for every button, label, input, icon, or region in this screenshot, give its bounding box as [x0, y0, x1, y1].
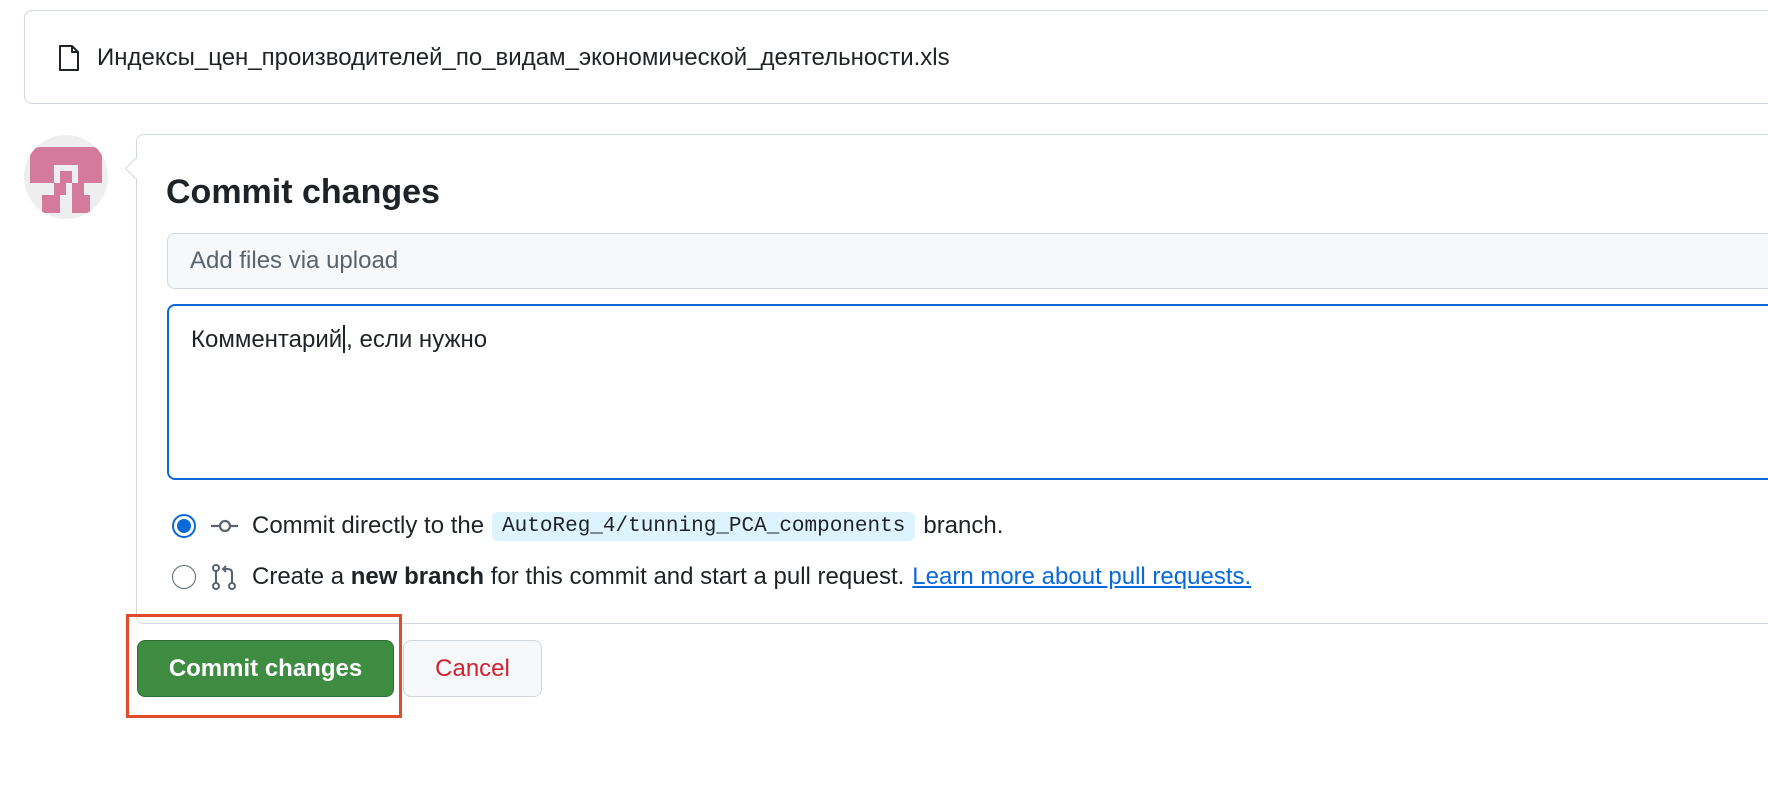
description-text-after-cursor: , если нужно	[346, 326, 488, 353]
description-text-before-cursor: Комментарий	[191, 326, 343, 353]
uploaded-file-row: Индексы_цен_производителей_по_видам_экон…	[24, 10, 1768, 104]
commit-summary-input[interactable]	[167, 233, 1768, 289]
commit-description-textarea[interactable]: Комментарий, если нужно	[167, 304, 1768, 480]
branch-name-badge: AutoReg_4/tunning_PCA_components	[492, 511, 916, 541]
git-commit-icon	[211, 519, 238, 533]
option-new-branch[interactable]: Create a new branch for this commit and …	[172, 559, 1251, 595]
option-new-branch-text: Create a	[252, 563, 345, 590]
option-commit-directly[interactable]: Commit directly to the AutoReg_4/tunning…	[172, 508, 1003, 544]
identicon-image	[30, 147, 102, 213]
text-cursor	[343, 325, 346, 353]
learn-more-pull-requests-link[interactable]: Learn more about pull requests.	[912, 563, 1251, 591]
radio-commit-directly[interactable]	[172, 514, 196, 538]
new-branch-bold: new branch	[350, 563, 485, 590]
cancel-button[interactable]: Cancel	[403, 640, 542, 697]
file-icon	[59, 45, 79, 71]
option-direct-text: Commit directly to the	[252, 512, 485, 539]
file-name: Индексы_цен_производителей_по_видам_экон…	[97, 44, 950, 71]
option-new-branch-suffix: for this commit and start a pull request…	[490, 563, 905, 590]
commit-description-text: Комментарий, если нужно	[191, 324, 487, 356]
commit-title: Commit changes	[166, 173, 440, 211]
radio-new-branch[interactable]	[172, 565, 196, 589]
git-pull-request-icon	[212, 564, 236, 590]
identicon-avatar[interactable]	[24, 135, 108, 219]
commit-changes-button[interactable]: Commit changes	[137, 640, 394, 697]
option-direct-suffix: branch.	[923, 512, 1004, 539]
